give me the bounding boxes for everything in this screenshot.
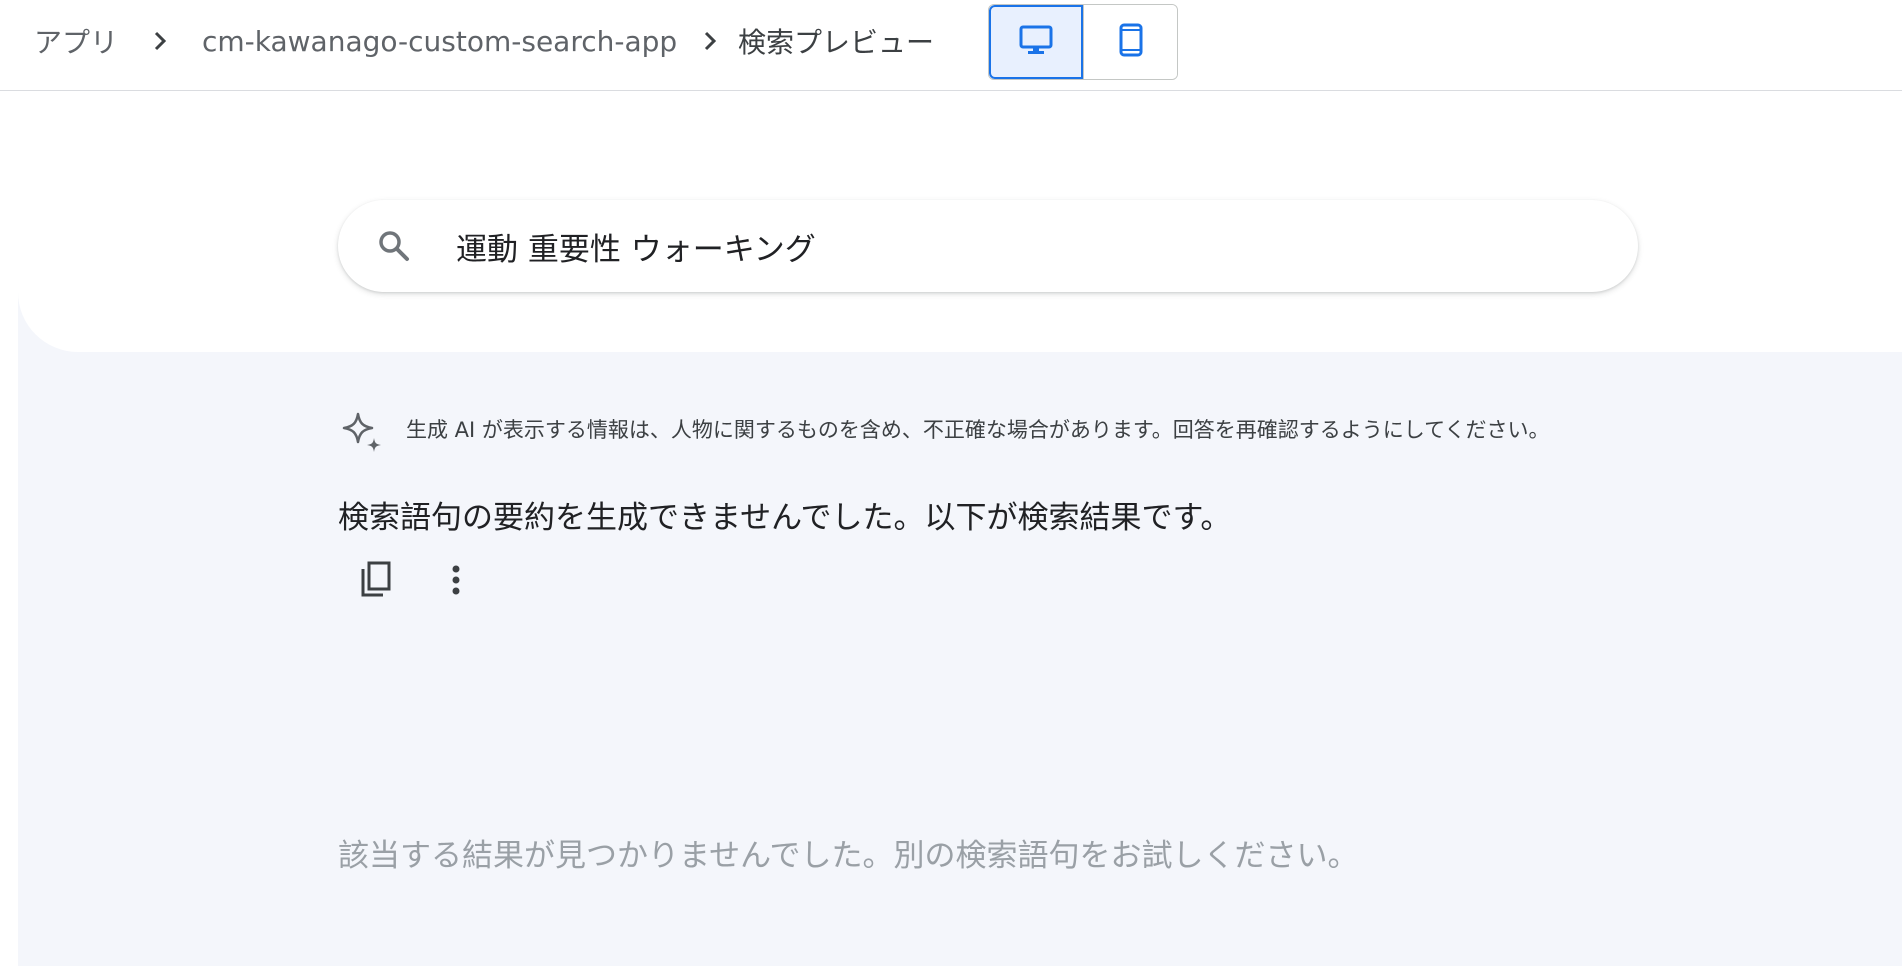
more-vert-icon [451, 564, 461, 600]
sparkle-icon [340, 410, 386, 456]
mobile-icon [1119, 23, 1143, 61]
top-bar: アプリ cm-kawanago-custom-search-app 検索プレビュ… [0, 0, 1902, 91]
more-options-button[interactable] [428, 554, 484, 610]
desktop-view-button[interactable] [989, 5, 1083, 79]
chevron-right-icon [150, 0, 170, 82]
desktop-icon [1019, 25, 1053, 59]
search-panel [18, 92, 1902, 352]
search-icon [376, 228, 412, 268]
search-input[interactable] [456, 200, 1596, 292]
copy-icon [359, 561, 393, 603]
copy-button[interactable] [348, 554, 404, 610]
breadcrumb-app-name[interactable]: cm-kawanago-custom-search-app [202, 0, 677, 82]
preview-area: 生成 AI が表示する情報は、人物に関するものを含め、不正確な場合があります。回… [18, 92, 1902, 966]
summary-text: 検索語句の要約を生成できませんでした。以下が検索結果です。 [338, 500, 1232, 536]
ai-disclaimer-text: 生成 AI が表示する情報は、人物に関するものを含め、不正確な場合があります。回… [406, 418, 1550, 442]
mobile-view-button[interactable] [1083, 5, 1177, 79]
no-results-message: 該当する結果が見つかりませんでした。別の検索語句をお試しください。 [338, 838, 1359, 874]
search-box[interactable] [338, 200, 1638, 292]
breadcrumb-apps[interactable]: アプリ [34, 0, 118, 82]
chevron-right-icon [700, 0, 720, 82]
breadcrumb-search-preview: 検索プレビュー [738, 26, 935, 59]
device-view-toggle [988, 4, 1178, 80]
